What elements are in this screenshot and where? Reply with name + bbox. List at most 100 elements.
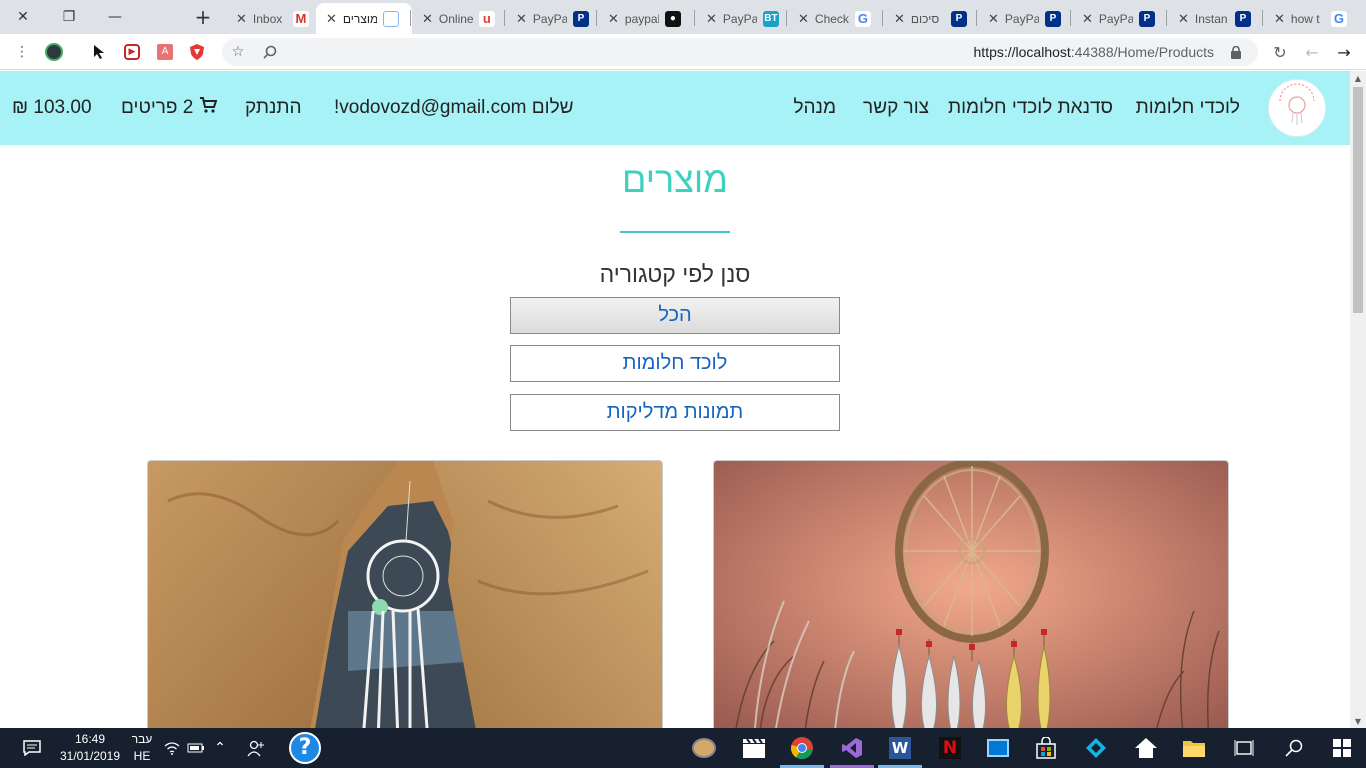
gmail-icon: M [292,10,309,27]
product-image [714,461,1228,728]
extension-shield-icon[interactable] [187,42,207,62]
task-view-icon[interactable] [1230,734,1258,762]
outlook-icon[interactable] [984,734,1012,762]
back-arrow-icon[interactable]: ← [1302,42,1322,62]
browser-tab[interactable]: ✕ סיכום P [884,3,978,34]
tab-title: PayPal [722,11,757,26]
tab-close-icon[interactable]: ✕ [608,11,619,27]
logout-link[interactable]: התנתק [245,97,302,119]
site-logo[interactable] [1268,79,1326,137]
kodi-icon[interactable] [1082,734,1110,762]
nav-link-workshop[interactable]: סדנאת לוכדי חלומות [948,97,1113,119]
tab-close-icon[interactable]: ✕ [326,11,337,27]
browser-tab[interactable]: ✕ paypal ● [598,3,692,34]
tab-close-icon[interactable]: ✕ [516,11,527,27]
notifications-icon[interactable] [18,734,46,762]
browser-tab[interactable]: ✕ Inbox M [226,3,320,34]
file-explorer-icon[interactable] [1180,734,1208,762]
tab-close-icon[interactable]: ✕ [1274,11,1285,27]
search-icon[interactable] [1280,734,1308,762]
tab-close-icon[interactable]: ✕ [798,11,809,27]
tab-separator [694,10,695,26]
browser-tab[interactable]: ✕ how t G [1264,3,1358,34]
browser-tab[interactable]: ✕ Instan P [1168,3,1262,34]
chrome-icon[interactable] [788,734,816,762]
browser-tab[interactable]: ✕ Online u [412,3,506,34]
window-close-icon[interactable]: ✕ [0,0,46,34]
language-indicator[interactable]: עבר [128,732,156,746]
category-pictures-button[interactable]: תמונות מדליקות [510,394,840,431]
tab-close-icon[interactable]: ✕ [894,11,905,27]
window-minimize-icon[interactable]: — [92,0,138,34]
tab-close-icon[interactable]: ✕ [236,11,247,27]
tab-separator [976,10,977,26]
u-icon: u [478,10,495,27]
product-card[interactable] [147,460,663,728]
browser-tab[interactable]: ✕ PayPal P [506,3,600,34]
video-editor-icon[interactable] [740,734,768,762]
word-icon[interactable]: W [886,734,914,762]
paint-app-icon[interactable] [690,734,718,762]
clock-date[interactable]: 31/01/2019 [56,749,124,763]
language-code[interactable]: HE [128,749,156,763]
home-icon[interactable] [1132,734,1160,762]
people-icon[interactable] [242,734,270,762]
paypal-icon: P [572,10,589,27]
store-icon[interactable] [1032,734,1060,762]
nav-link-contact[interactable]: צור קשר [863,97,929,119]
bookmark-star-icon[interactable]: ☆ [228,42,248,62]
browser-tab[interactable]: ✕ PayPal P [978,3,1072,34]
google-icon: G [1330,10,1347,27]
category-all-button[interactable]: הכל [510,297,840,334]
tab-title: Instan [1194,11,1228,26]
scroll-thumb[interactable] [1353,87,1363,313]
page-scrollbar[interactable]: ▲ ▼ [1350,71,1366,728]
url-text[interactable]: https://localhost:44388/Home/Products [974,44,1214,60]
extension-media-icon[interactable]: ▶ [122,42,142,62]
cart-count: 2 פריטים [121,97,194,118]
extension-avatar-icon[interactable] [44,42,64,62]
secure-lock-icon[interactable] [1226,42,1246,62]
help-icon[interactable]: ? [288,731,322,765]
browser-tab[interactable]: ✕ PayPal BT [696,3,790,34]
scroll-down-icon[interactable]: ▼ [1350,714,1366,728]
category-dreamcatcher-button[interactable]: לוכד חלומות [510,345,840,382]
url-host: https://localhost [973,44,1071,60]
clock-time[interactable]: 16:49 [60,732,120,746]
zoom-lens-icon[interactable] [260,42,280,62]
tab-close-icon[interactable]: ✕ [1178,11,1189,27]
extension-pdf-icon[interactable]: A [155,42,175,62]
address-bar[interactable]: ☆ https://localhost:44388/Home/Products [222,38,1258,66]
nav-link-dreamcatchers[interactable]: לוכדי חלומות [1136,97,1240,119]
netflix-icon[interactable]: N [936,734,964,762]
new-tab-button[interactable]: + [180,0,226,34]
browser-tab[interactable]: ✕ מוצרים [316,3,412,34]
tab-close-icon[interactable]: ✕ [1082,11,1093,27]
user-greeting: שלום vodovozd@gmail.com! [334,97,574,118]
scroll-up-icon[interactable]: ▲ [1350,71,1366,85]
site-header: לוכדי חלומות סדנאת לוכדי חלומות צור קשר … [0,71,1350,145]
menu-kebab-icon[interactable]: ⋮ [12,42,32,62]
tray-chevron-icon[interactable]: ⌃ [206,734,234,762]
browser-tab[interactable]: ✕ PayPal P [1072,3,1166,34]
extension-cursor-icon[interactable] [90,42,110,62]
nav-link-admin[interactable]: מנהל [793,97,836,119]
start-windows-icon[interactable] [1328,734,1356,762]
forward-arrow-icon[interactable]: → [1334,42,1354,62]
tab-title: Check [814,11,849,26]
browser-tab[interactable]: ✕ Check G [788,3,882,34]
product-card[interactable] [713,460,1229,728]
url-path: :44388/Home/Products [1070,44,1214,60]
windows-taskbar: 16:49 31/01/2019 עבר HE ⌃ ? W N [0,728,1366,768]
tab-close-icon[interactable]: ✕ [988,11,999,27]
tab-separator [1262,10,1263,26]
cart-link[interactable]: 2 פריטים [121,97,218,119]
reload-icon[interactable]: ↻ [1270,42,1290,62]
tab-close-icon[interactable]: ✕ [422,11,433,27]
title-divider [620,231,730,233]
visual-studio-icon[interactable] [838,734,866,762]
tab-title: Inbox [252,11,283,26]
window-restore-icon[interactable]: ❐ [46,0,92,34]
tab-close-icon[interactable]: ✕ [706,11,717,27]
tab-separator [786,10,787,26]
